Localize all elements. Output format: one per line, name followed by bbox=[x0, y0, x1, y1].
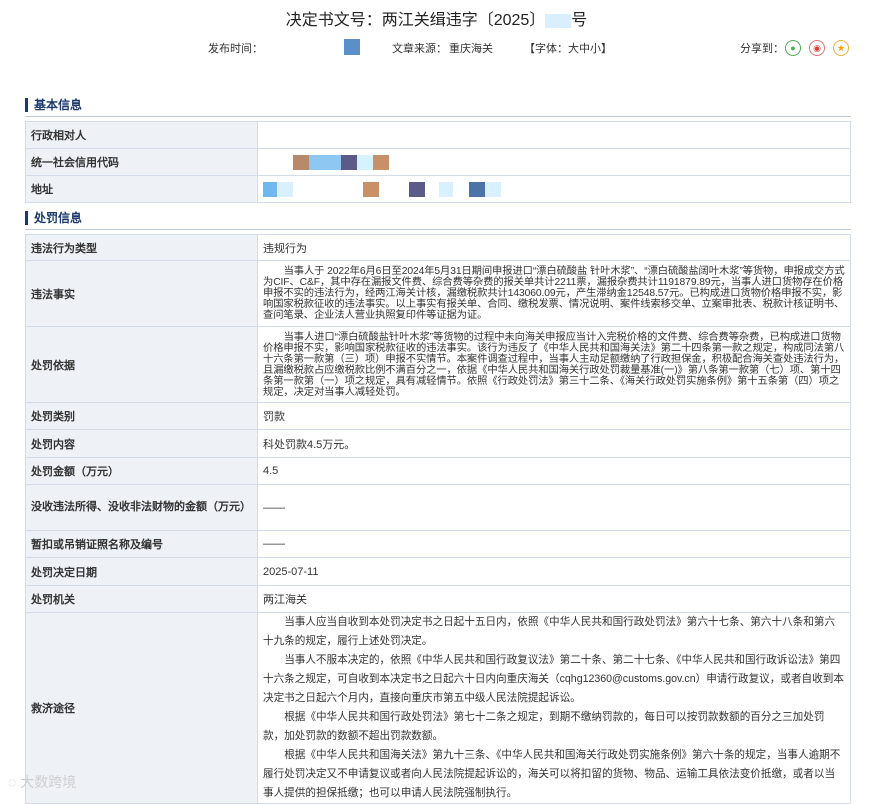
relief-paragraph: 根据《中华人民共和国海关法》第九十三条、《中华人民共和国海关行政处罚实施条例》第… bbox=[263, 749, 841, 799]
table-row: 处罚类别 罚款 bbox=[25, 402, 851, 430]
row-key: 处罚依据 bbox=[25, 326, 258, 403]
row-value: 罚款 bbox=[257, 402, 851, 430]
row-key: 处罚机关 bbox=[25, 585, 258, 613]
row-key: 处罚决定日期 bbox=[25, 557, 258, 586]
section-penalty-info: 处罚信息 bbox=[25, 211, 82, 225]
table-row: 违法行为类型 违规行为 bbox=[25, 234, 851, 261]
table-row: 处罚机关 两江海关 bbox=[25, 585, 851, 613]
source-label: 文章来源： bbox=[392, 43, 447, 55]
row-value: 两江海关 bbox=[257, 585, 851, 613]
row-key: 没收违法所得、没收非法财物的金额（万元） bbox=[25, 484, 258, 531]
table-row: 地址 bbox=[25, 175, 851, 203]
table-row: 统一社会信用代码 bbox=[25, 148, 851, 176]
relief-paragraph: 根据《中华人民共和国行政处罚法》第七十二条之规定，到期不缴纳罚款的，每日可以按罚… bbox=[263, 711, 825, 742]
row-value: 4.5 bbox=[257, 457, 851, 485]
row-key: 违法行为类型 bbox=[25, 234, 258, 261]
row-value: 2025-07-11 bbox=[257, 557, 851, 586]
qzone-icon[interactable]: ★ bbox=[833, 40, 849, 56]
row-value: 科处罚款4.5万元。 bbox=[257, 429, 851, 458]
row-key: 行政相对人 bbox=[25, 121, 258, 149]
section-basic-info: 基本信息 bbox=[25, 98, 82, 112]
page-title: 决定书文号：两江关缉违字〔2025〕号 bbox=[285, 12, 588, 29]
row-value: 违规行为 bbox=[257, 234, 851, 261]
wechat-icon[interactable]: ● bbox=[785, 40, 801, 56]
meta-bar: 发布时间： 文章来源： 重庆海关 【字体：大中小】 分享到： bbox=[0, 38, 873, 58]
table-row: 处罚金额（万元） 4.5 bbox=[25, 457, 851, 485]
row-value-redacted bbox=[257, 175, 851, 203]
row-key: 处罚类别 bbox=[25, 402, 258, 430]
row-key: 地址 bbox=[25, 175, 258, 203]
table-row: 违法事实 当事人于 2022年6月6日至2024年5月31日期间申报进口“漂白硫… bbox=[25, 260, 851, 327]
table-row: 行政相对人 bbox=[25, 121, 851, 149]
row-key: 违法事实 bbox=[25, 260, 258, 327]
watermark: ◌ 大数跨境 bbox=[8, 774, 77, 790]
weibo-icon[interactable]: ◉ bbox=[809, 40, 825, 56]
table-row: 处罚依据 当事人进口“漂白硫酸盐针叶木浆”等货物的过程中未向海关申报应当计入完税… bbox=[25, 326, 851, 403]
penalty-info-table: 违法行为类型 违规行为 违法事实 当事人于 2022年6月6日至2024年5月3… bbox=[25, 234, 851, 804]
row-value: —— bbox=[257, 530, 851, 558]
share-label: 分享到： bbox=[740, 43, 784, 55]
row-value-redacted bbox=[257, 148, 851, 176]
row-key: 暂扣或吊销证照名称及编号 bbox=[25, 530, 258, 558]
table-row: 救济途径 当事人应当自收到本处罚决定书之日起十五日内，依照《中华人民共和国行政处… bbox=[25, 612, 851, 804]
table-row: 处罚决定日期 2025-07-11 bbox=[25, 557, 851, 586]
row-value bbox=[257, 121, 851, 149]
relief-paragraph: 当事人应当自收到本处罚决定书之日起十五日内，依照《中华人民共和国行政处罚法》第六… bbox=[263, 616, 836, 647]
font-size-switch[interactable]: 【字体：大中小】 bbox=[524, 40, 612, 56]
row-value: —— bbox=[257, 484, 851, 531]
row-key: 统一社会信用代码 bbox=[25, 148, 258, 176]
relief-paragraph: 当事人不服本决定的，依照《中华人民共和国行政复议法》第二十条、第二十七条、《中华… bbox=[263, 654, 844, 704]
facts-text: 当事人于 2022年6月6日至2024年5月31日期间申报进口“漂白硫酸盐 针叶… bbox=[263, 266, 845, 321]
table-row: 暂扣或吊销证照名称及编号 —— bbox=[25, 530, 851, 558]
source-value: 重庆海关 bbox=[449, 43, 493, 55]
publish-time-label: 发布时间： bbox=[208, 43, 263, 55]
row-key: 处罚内容 bbox=[25, 429, 258, 458]
redacted-number bbox=[545, 13, 572, 28]
divider bbox=[25, 229, 851, 230]
basic-info-table: 行政相对人 统一社会信用代码 地址 bbox=[25, 121, 851, 203]
row-value: 当事人进口“漂白硫酸盐针叶木浆”等货物的过程中未向海关申报应当计入完税价格的文件… bbox=[257, 326, 851, 403]
table-row: 处罚内容 科处罚款4.5万元。 bbox=[25, 429, 851, 458]
basis-text: 当事人进口“漂白硫酸盐针叶木浆”等货物的过程中未向海关申报应当计入完税价格的文件… bbox=[263, 331, 845, 398]
table-row: 没收违法所得、没收非法财物的金额（万元） —— bbox=[25, 484, 851, 531]
row-value: 当事人于 2022年6月6日至2024年5月31日期间申报进口“漂白硫酸盐 针叶… bbox=[257, 260, 851, 327]
row-key: 处罚金额（万元） bbox=[25, 457, 258, 485]
row-value: 当事人应当自收到本处罚决定书之日起十五日内，依照《中华人民共和国行政处罚法》第六… bbox=[257, 612, 851, 804]
divider bbox=[25, 116, 851, 117]
redacted-date bbox=[344, 39, 360, 55]
